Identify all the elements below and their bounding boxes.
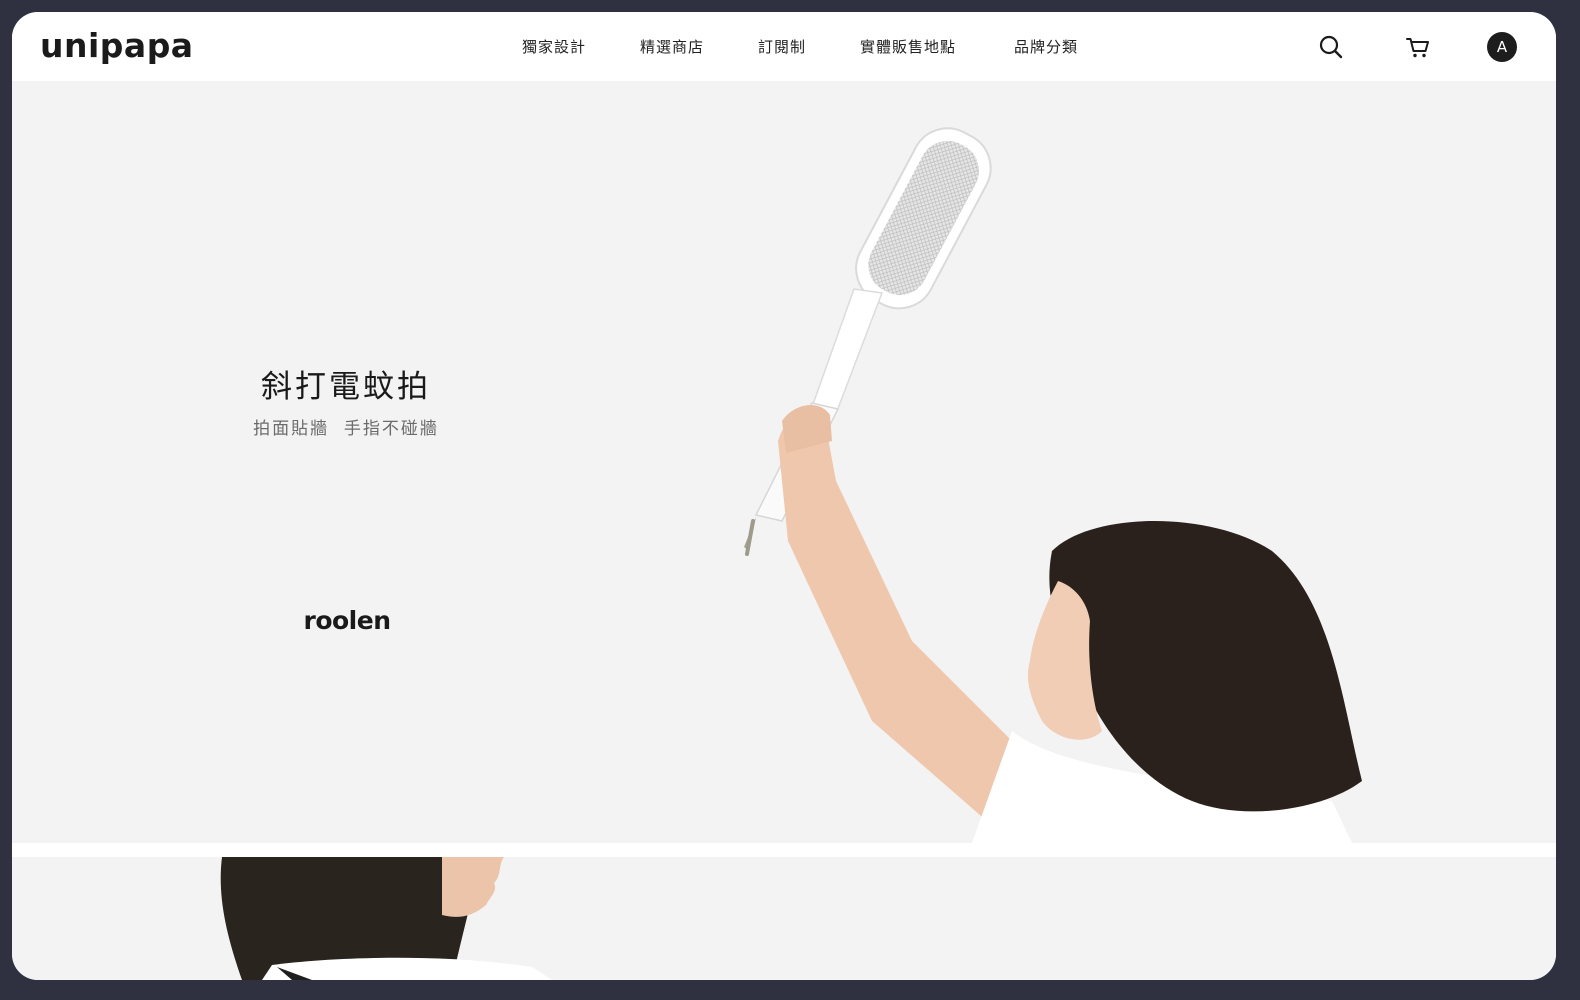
hero-title: 斜打電蚊拍 bbox=[261, 369, 431, 405]
nav-item-brand-categories[interactable]: 品牌分類 bbox=[1014, 36, 1078, 57]
cart-button[interactable] bbox=[1403, 32, 1433, 62]
nav-item-subscription[interactable]: 訂閱制 bbox=[758, 36, 806, 57]
secondary-banner-photo bbox=[220, 857, 552, 980]
account-avatar[interactable]: A bbox=[1487, 32, 1517, 62]
nav-item-curated-shop[interactable]: 精選商店 bbox=[640, 36, 704, 57]
cart-icon bbox=[1406, 38, 1429, 58]
brand-logo-roolen[interactable]: roolen bbox=[262, 606, 432, 635]
search-button[interactable] bbox=[1316, 32, 1346, 62]
browser-viewport: unipapa 獨家設計 精選商店 訂閱制 實體販售地點 品牌分類 A 斜打電蚊… bbox=[12, 12, 1556, 980]
site-header: unipapa 獨家設計 精選商店 訂閱制 實體販售地點 品牌分類 A bbox=[12, 12, 1556, 81]
secondary-banner[interactable] bbox=[12, 857, 1556, 980]
hero-product-photo bbox=[744, 127, 1362, 843]
search-icon bbox=[1319, 35, 1343, 59]
hero-subtitle: 拍面貼牆 手指不碰牆 bbox=[253, 419, 439, 439]
hero-banner[interactable]: 斜打電蚊拍 拍面貼牆 手指不碰牆 roolen bbox=[12, 81, 1556, 843]
section-divider bbox=[12, 843, 1556, 857]
nav-item-exclusive-design[interactable]: 獨家設計 bbox=[522, 36, 586, 57]
nav-item-retail-locations[interactable]: 實體販售地點 bbox=[860, 36, 956, 57]
